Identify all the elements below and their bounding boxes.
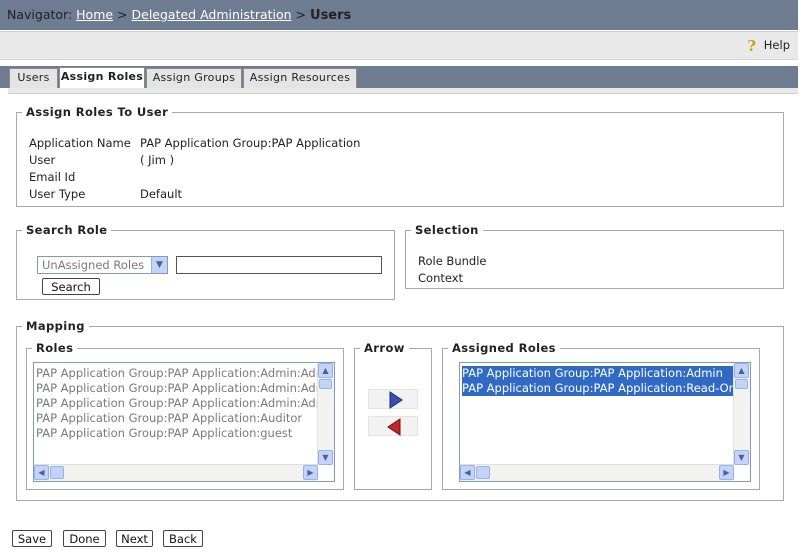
chevron-down-icon[interactable]: ▼ <box>151 257 167 273</box>
scroll-left-icon[interactable]: ◀ <box>460 465 475 480</box>
application-name-label: Application Name <box>29 136 131 150</box>
scroll-thumb[interactable] <box>735 379 748 389</box>
unassign-role-button[interactable] <box>368 416 418 436</box>
navigator-prefix: Navigator: <box>7 7 73 22</box>
tab-assign-resources[interactable]: Assign Resources <box>243 68 357 88</box>
arrow-left-icon <box>387 418 401 436</box>
scroll-thumb[interactable] <box>50 466 64 479</box>
selection-legend: Selection <box>411 223 483 237</box>
breadcrumb-separator: > <box>295 7 307 22</box>
list-item[interactable]: PAP Application Group:PAP Application:Ad… <box>36 396 318 411</box>
help-question-icon[interactable]: ? <box>747 37 756 55</box>
assigned-horizontal-scrollbar[interactable]: ◀ ▶ <box>460 464 734 481</box>
email-id-label: Email Id <box>29 170 76 184</box>
list-item[interactable]: PAP Application Group:PAP Application:Re… <box>462 381 734 396</box>
user-type-label: User Type <box>29 187 86 201</box>
next-button[interactable]: Next <box>116 530 153 547</box>
breadcrumb-home-link[interactable]: Home <box>76 7 113 22</box>
assign-roles-legend: Assign Roles To User <box>22 105 173 119</box>
user-type-value: Default <box>140 187 183 201</box>
help-bar <box>0 31 798 60</box>
help-link[interactable]: Help <box>764 38 790 52</box>
content-top-strip <box>8 88 798 94</box>
page-title: Users <box>310 8 352 23</box>
breadcrumb-delegated-admin-link[interactable]: Delegated Administration <box>132 7 292 22</box>
roles-horizontal-scrollbar[interactable]: ◀ ▶ <box>34 464 318 481</box>
list-item[interactable]: PAP Application Group:PAP Application:Ad… <box>36 381 318 396</box>
mapping-legend: Mapping <box>22 319 89 333</box>
arrow-legend: Arrow <box>360 341 409 355</box>
roles-legend: Roles <box>32 341 78 355</box>
list-item[interactable]: PAP Application Group:PAP Application:Ad… <box>462 366 734 381</box>
tab-users[interactable]: Users <box>9 68 58 88</box>
search-role-input[interactable] <box>176 256 382 274</box>
arrow-right-icon <box>389 391 403 409</box>
list-item[interactable]: PAP Application Group:PAP Application:Ad… <box>36 366 318 381</box>
done-button[interactable]: Done <box>63 530 106 547</box>
scroll-thumb[interactable] <box>476 466 490 479</box>
back-button[interactable]: Back <box>163 530 203 547</box>
scroll-down-icon[interactable]: ▼ <box>734 450 749 465</box>
assigned-vertical-scrollbar[interactable]: ▲ ▼ <box>733 363 750 465</box>
roles-vertical-scrollbar[interactable]: ▲ ▼ <box>317 363 334 465</box>
list-item[interactable]: PAP Application Group:PAP Application:gu… <box>36 426 318 441</box>
roles-listbox[interactable]: PAP Application Group:PAP Application:Ad… <box>33 362 335 482</box>
assigned-roles-legend: Assigned Roles <box>448 341 560 355</box>
role-filter-select[interactable]: UnAssigned Roles ▼ <box>37 256 168 274</box>
breadcrumb-separator: > <box>117 7 128 22</box>
scroll-up-icon[interactable]: ▲ <box>318 363 333 378</box>
user-value: ( Jim ) <box>140 153 175 167</box>
scroll-up-icon[interactable]: ▲ <box>734 363 749 378</box>
assign-role-button[interactable] <box>368 389 418 409</box>
assigned-roles-listbox[interactable]: PAP Application Group:PAP Application:Ad… <box>459 362 751 482</box>
scroll-right-icon[interactable]: ▶ <box>303 465 318 480</box>
role-bundle-label: Role Bundle <box>418 254 487 268</box>
assign-roles-fieldset <box>16 112 784 207</box>
application-name-value: PAP Application Group:PAP Application <box>140 136 361 150</box>
scroll-right-icon[interactable]: ▶ <box>719 465 734 480</box>
scroll-left-icon[interactable]: ◀ <box>34 465 49 480</box>
scroll-thumb[interactable] <box>319 379 332 389</box>
context-label: Context <box>418 271 464 285</box>
tab-assign-groups[interactable]: Assign Groups <box>146 68 242 88</box>
user-label: User <box>29 153 56 167</box>
role-filter-selected-value: UnAssigned Roles <box>42 258 145 272</box>
save-button[interactable]: Save <box>12 530 52 547</box>
list-item[interactable]: PAP Application Group:PAP Application:Au… <box>36 411 318 426</box>
tab-assign-roles[interactable]: Assign Roles <box>59 67 145 89</box>
search-role-legend: Search Role <box>22 223 112 237</box>
search-button[interactable]: Search <box>42 278 100 295</box>
scroll-down-icon[interactable]: ▼ <box>318 450 333 465</box>
breadcrumb: Navigator: Home > Delegated Administrati… <box>7 7 351 23</box>
